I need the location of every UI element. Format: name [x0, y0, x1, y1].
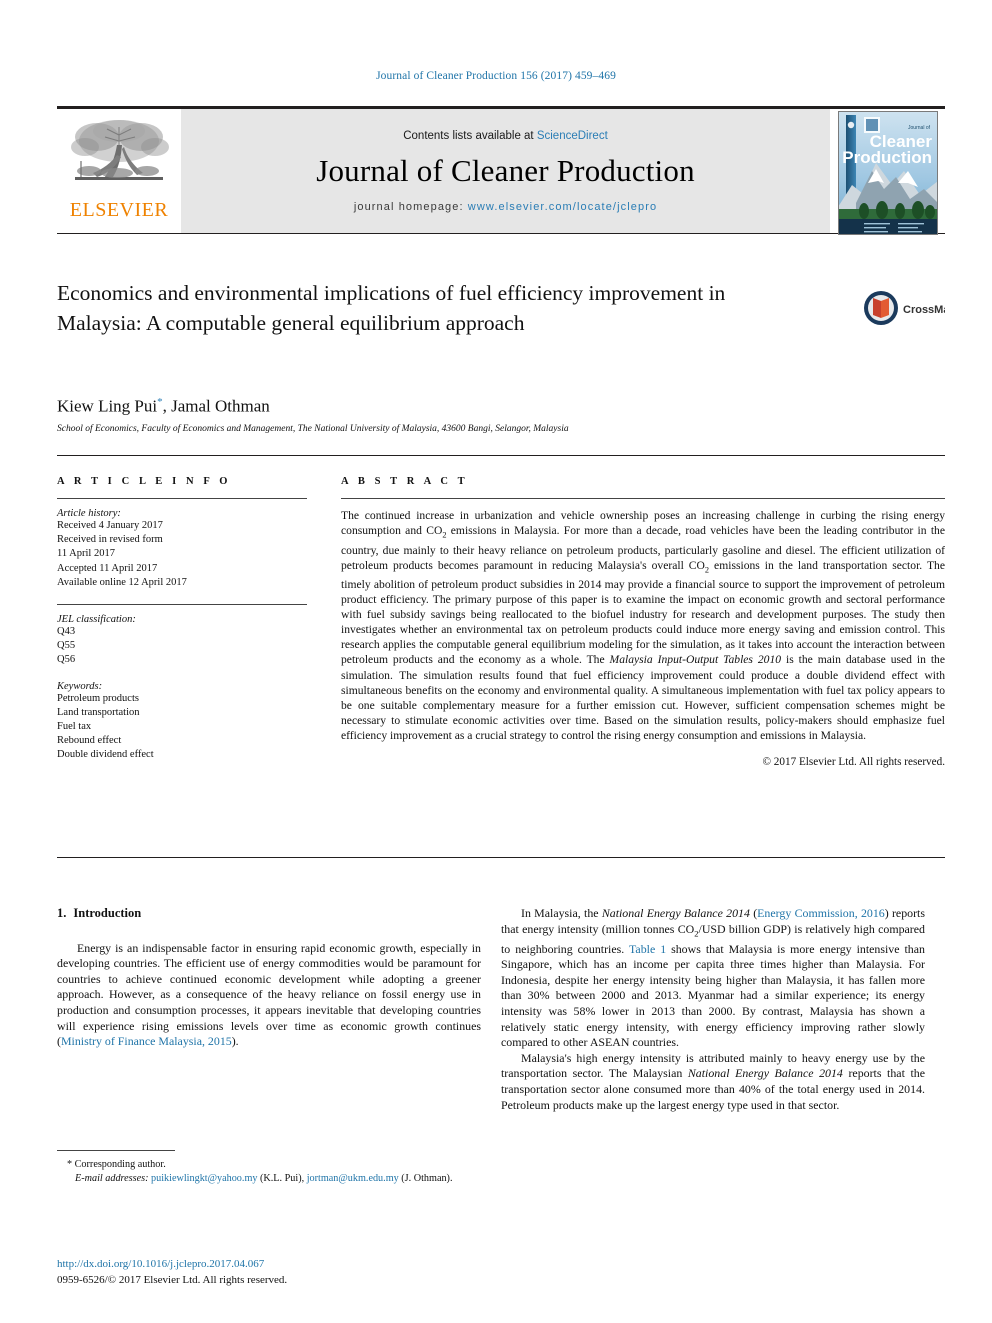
running-head: Journal of Cleaner Production 156 (2017)… — [376, 70, 616, 82]
crossmark-icon: CrossMark — [864, 291, 945, 325]
abstract-copyright: © 2017 Elsevier Ltd. All rights reserved… — [762, 756, 946, 769]
abstract-seg-4: is the main database used in the simulat… — [341, 653, 945, 742]
jel-separator-rule — [57, 604, 307, 606]
author-rest: , Jamal Othman — [162, 396, 270, 416]
body-column-left: 1. Introduction Energy is an indispensabl… — [57, 906, 481, 1050]
journal-title: Journal of Cleaner Production — [316, 152, 695, 188]
contents-prefix: Contents lists available at — [403, 129, 537, 142]
abstract-italic-title: Malaysia Input-Output Tables 2010 — [609, 653, 782, 667]
section-number: 1. — [57, 906, 67, 920]
keyword-item: Double dividend effect — [57, 749, 154, 761]
elsevier-wordmark: ELSEVIER — [69, 199, 169, 221]
article-info-rule — [57, 498, 307, 499]
email-link-2[interactable]: jortman@ukm.edu.my — [307, 1173, 399, 1184]
masthead-center: Contents lists available at ScienceDirec… — [181, 109, 830, 233]
svg-text:Journal of: Journal of — [908, 125, 931, 131]
journal-cover-thumbnail[interactable]: Journal of Cleaner Production — [830, 109, 945, 235]
history-item: Accepted 11 April 2017 — [57, 562, 158, 574]
article-history-block: Article history: Received 4 January 2017… — [57, 508, 307, 590]
keyword-item: Petroleum products — [57, 692, 139, 704]
table-reference-link[interactable]: Table 1 — [629, 942, 666, 956]
section-heading-introduction: 1. Introduction — [57, 906, 481, 922]
abstract-rule — [341, 498, 945, 499]
elsevier-tree-icon — [71, 120, 169, 180]
article-info-label: A R T I C L E I N F O — [57, 476, 232, 487]
corresponding-author-label: Corresponding author. — [74, 1159, 166, 1170]
history-item: Received 4 January 2017 — [57, 520, 163, 531]
journal-masthead: ELSEVIER Contents lists available at Sci… — [57, 106, 945, 235]
email-link-1[interactable]: puikiewlingkt@yahoo.my — [151, 1173, 257, 1184]
email-addresses-note: E-mail addresses: puikiewlingkt@yahoo.my… — [57, 1172, 487, 1186]
citation-link[interactable]: Energy Commission, 2016 — [757, 906, 885, 920]
crossmark-badge[interactable]: CrossMark — [861, 283, 945, 335]
italic-title: National Energy Balance 2014 — [687, 1066, 843, 1081]
sciencedirect-link[interactable]: ScienceDirect — [537, 130, 608, 142]
paragraph: Energy is an indispensable factor in ens… — [57, 941, 481, 1050]
email-owner-2: (J. Othman). — [401, 1172, 453, 1184]
italic-title: National Energy Balance 2014 — [601, 906, 750, 920]
keywords-label: Keywords: — [57, 680, 103, 692]
abstract-label: A B S T R A C T — [341, 476, 469, 487]
masthead-bottom-rule — [57, 233, 945, 234]
journal-cover-image: Journal of Cleaner Production — [837, 111, 938, 235]
article-info-column: A R T I C L E I N F O Article history: R… — [57, 476, 307, 763]
jel-code: Q55 — [57, 640, 76, 652]
para-seg-end: ). — [231, 1034, 239, 1049]
abstract-column: A B S T R A C T The continued increase i… — [341, 476, 945, 768]
email-label: E-mail addresses: — [75, 1172, 149, 1184]
keyword-item: Fuel tax — [57, 721, 92, 733]
homepage-url-link[interactable]: www.elsevier.com/locate/jclepro — [468, 201, 657, 213]
publisher-logo: ELSEVIER — [57, 109, 181, 233]
abstract-seg-3: emissions in the land transportation sec… — [341, 558, 945, 667]
abstract-top-rule — [57, 455, 945, 456]
page-title: Economics and environmental implications… — [57, 281, 726, 335]
jel-classification-block: JEL classification: Q43 Q55 Q56 — [57, 614, 307, 668]
jel-code: Q43 — [57, 626, 76, 638]
paragraph: In Malaysia, the National Energy Balance… — [501, 906, 925, 1051]
footnote-marker: * — [67, 1159, 73, 1170]
doi-link[interactable]: http://dx.doi.org/10.1016/j.jclepro.2017… — [57, 1258, 264, 1270]
footnote-block: * Corresponding author. E-mail addresses… — [57, 1158, 487, 1185]
svg-text:Production: Production — [842, 148, 932, 167]
email-owner-1: (K.L. Pui), — [260, 1172, 305, 1184]
history-item: 11 April 2017 — [57, 548, 115, 560]
author-list: Kiew Ling Pui*, Jamal Othman — [57, 396, 757, 417]
history-item: Received in revised form — [57, 534, 163, 546]
paper-page: Journal of Cleaner Production 156 (2017)… — [0, 0, 992, 1323]
body-column-right: In Malaysia, the National Energy Balance… — [501, 906, 925, 1113]
keyword-item: Land transportation — [57, 706, 140, 718]
para-seg: shows that Malaysia is more energy inten… — [501, 941, 925, 1050]
corresponding-author-note: * Corresponding author. — [57, 1158, 487, 1172]
journal-homepage-line: journal homepage: www.elsevier.com/locat… — [354, 201, 657, 213]
footnote-rule — [57, 1150, 175, 1151]
abstract-text: The continued increase in urbanization a… — [341, 508, 945, 743]
affiliation: School of Economics, Faculty of Economic… — [57, 424, 569, 434]
jel-label: JEL classification: — [57, 614, 136, 626]
paragraph: Malaysia's high energy intensity is attr… — [501, 1051, 925, 1113]
issn-copyright-line: 0959-6526/© 2017 Elsevier Ltd. All right… — [57, 1274, 288, 1286]
para-seg: Energy is an indispensable factor in ens… — [57, 940, 481, 1049]
history-item: Available online 12 April 2017 — [57, 576, 187, 588]
homepage-prefix: journal homepage: — [353, 200, 468, 213]
contents-lists-line: Contents lists available at ScienceDirec… — [403, 130, 608, 142]
para-seg: In Malaysia, the — [521, 906, 602, 920]
keyword-item: Rebound effect — [57, 735, 122, 747]
citation-link[interactable]: Ministry of Finance Malaysia, 2015 — [61, 1034, 232, 1048]
article-history-label: Article history: — [57, 508, 121, 519]
abstract-bottom-rule — [57, 857, 945, 858]
keywords-block: Keywords: Petroleum products Land transp… — [57, 681, 307, 763]
section-title: Introduction — [73, 906, 142, 920]
jel-code: Q56 — [57, 654, 76, 666]
author-first: Kiew Ling Pui — [57, 396, 158, 416]
svg-text:CrossMark: CrossMark — [903, 304, 945, 316]
